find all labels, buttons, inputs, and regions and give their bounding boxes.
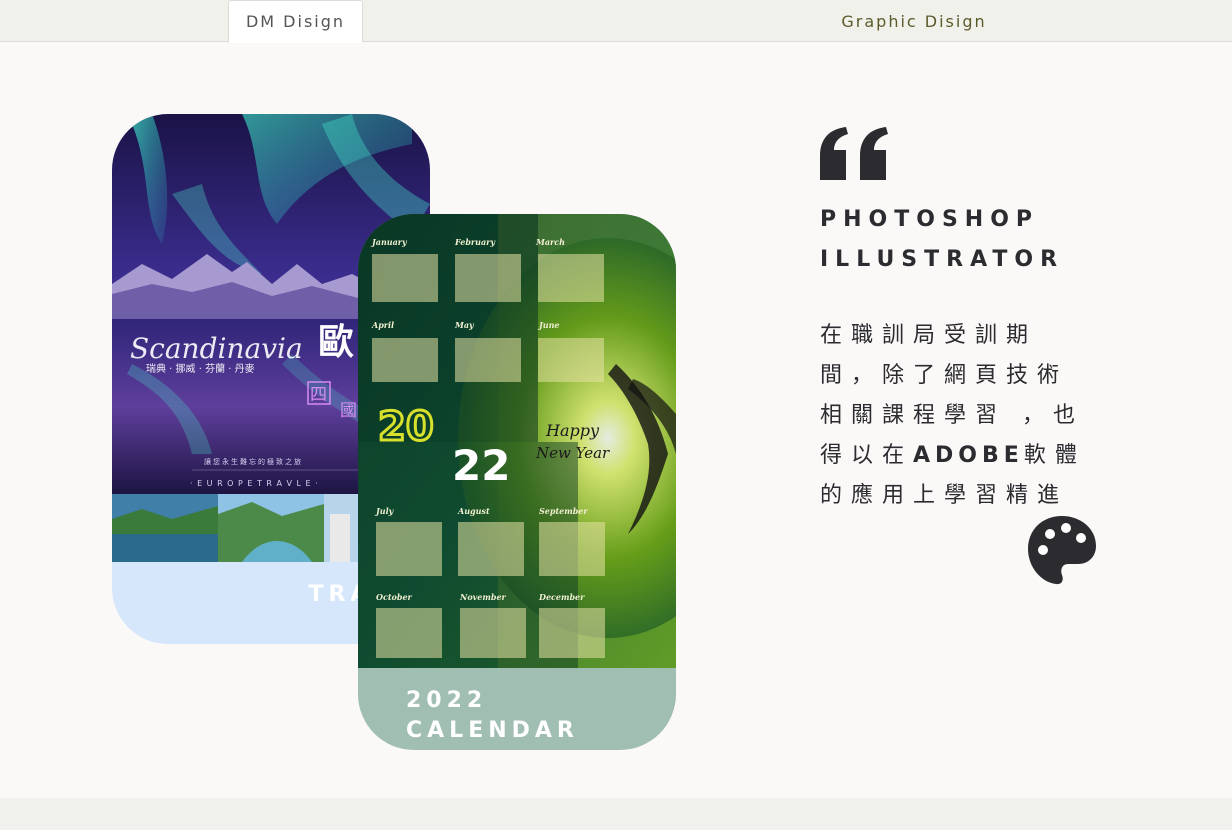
svg-text:讓您永生難忘的極致之旅: 讓您永生難忘的極致之旅: [204, 457, 303, 466]
svg-text:January: January: [370, 237, 408, 247]
svg-text:New Year: New Year: [535, 444, 610, 462]
tab-dm-disign[interactable]: DM Disign: [228, 0, 363, 43]
travel-script-title: Scandinavia: [130, 332, 303, 365]
calendar-caption: 2022 CALENDAR: [406, 688, 579, 743]
calendar-card[interactable]: January February March April May June Ju…: [358, 214, 676, 750]
svg-text:四: 四: [310, 385, 327, 405]
palette-icon: [1028, 516, 1096, 585]
svg-text:February: February: [454, 237, 496, 247]
svg-text:August: August: [457, 506, 490, 516]
skills-list: PHOTOSHOP ILLUSTRATOR: [820, 200, 1064, 280]
svg-text:April: April: [371, 320, 394, 330]
svg-text:December: December: [538, 592, 585, 602]
skill-photoshop: PHOTOSHOP: [820, 207, 1040, 232]
description-text: 在職訓局受訓期 間，除了網頁技術 相關課程學習 ，也 得以在ADOBE軟體 的應…: [820, 323, 1086, 508]
svg-text:June: June: [537, 320, 560, 330]
footer-strip: [0, 798, 1232, 830]
svg-text:October: October: [376, 592, 413, 602]
svg-text:國: 國: [340, 401, 357, 421]
svg-text:May: May: [454, 320, 475, 330]
svg-text:March: March: [535, 237, 565, 247]
calendar-image: January February March April May June Ju…: [358, 214, 676, 668]
svg-text:July: July: [374, 506, 395, 516]
svg-text:瑞典 · 挪威 · 芬蘭 · 丹麥: 瑞典 · 挪威 · 芬蘭 · 丹麥: [146, 362, 255, 375]
svg-text:歐: 歐: [318, 322, 354, 363]
svg-text:22: 22: [452, 441, 510, 490]
quote-left-icon: [820, 127, 888, 180]
tab-bar: DM Disign Graphic Disign: [0, 0, 1232, 43]
tab-graphic-disign[interactable]: Graphic Disign: [800, 0, 1028, 42]
svg-text:September: September: [539, 506, 588, 516]
skill-illustrator: ILLUSTRATOR: [820, 247, 1065, 272]
svg-text:November: November: [459, 592, 507, 602]
svg-text:20: 20: [378, 404, 434, 450]
svg-text:Happy: Happy: [545, 421, 600, 440]
svg-text:· E U R O P E T R A V L E ·: · E U R O P E T R A V L E ·: [190, 479, 319, 488]
